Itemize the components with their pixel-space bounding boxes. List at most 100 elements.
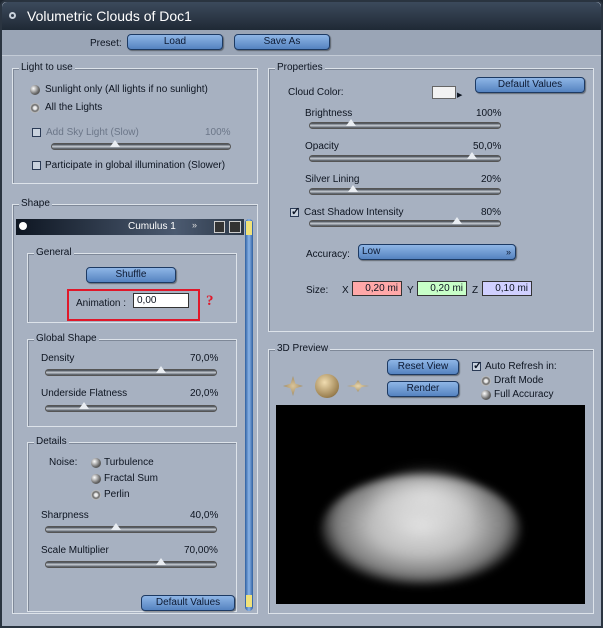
size-label: Size: — [306, 285, 329, 296]
global-illumination-label: Participate in global illumination (Slow… — [45, 160, 226, 171]
size-y-label: Y — [407, 285, 414, 296]
general-group: General Shuffle Animation : 0,00 ? — [27, 247, 237, 323]
shape-preset-name: Cumulus 1 — [128, 221, 176, 232]
chevron-down-icon: » — [505, 247, 511, 257]
shuffle-button[interactable]: Shuffle — [86, 267, 176, 283]
general-legend: General — [34, 247, 74, 258]
cast-shadow-label: Cast Shadow Intensity — [304, 207, 404, 218]
cast-shadow-value: 80% — [481, 207, 502, 218]
volumetric-clouds-dialog: Volumetric Clouds of Doc1 Preset: Load S… — [0, 0, 603, 628]
scale-multiplier-label: Scale Multiplier — [41, 545, 109, 556]
preview-legend: 3D Preview — [275, 343, 331, 354]
shape-default-values-button[interactable]: Default Values — [141, 595, 235, 611]
save-as-button[interactable]: Save As — [234, 34, 330, 50]
preset-bar: Preset: Load Save As — [2, 30, 601, 56]
animation-input[interactable]: 0,00 — [133, 293, 189, 308]
cloud-color-swatch[interactable] — [432, 86, 456, 99]
global-illumination-checkbox[interactable] — [32, 161, 41, 170]
size-z-input[interactable]: 0,10 mi — [482, 281, 532, 296]
zoom-icon[interactable] — [347, 380, 369, 392]
color-picker-arrow-icon[interactable]: ▶ — [457, 91, 462, 99]
shape-scrollbar[interactable] — [245, 219, 253, 611]
sky-light-checkbox[interactable] — [32, 128, 41, 137]
sharpness-slider[interactable] — [45, 523, 217, 533]
density-label: Density — [41, 353, 75, 364]
cast-shadow-checkbox[interactable] — [290, 205, 300, 218]
silver-lining-label: Silver Lining — [305, 174, 360, 185]
details-group: Details Noise: Turbulence Fractal Sum Pe… — [27, 436, 237, 612]
auto-refresh-checkbox[interactable] — [472, 359, 482, 372]
silver-lining-slider[interactable] — [309, 185, 501, 195]
accuracy-value: Low — [362, 246, 381, 257]
sky-light-slider[interactable] — [51, 140, 231, 150]
size-z-label: Z — [472, 285, 479, 296]
save-preset-icon[interactable] — [214, 221, 225, 233]
silver-lining-value: 20% — [481, 174, 502, 185]
load-button[interactable]: Load — [127, 34, 223, 50]
accuracy-select[interactable]: Low » — [358, 244, 516, 260]
light-to-use-group: Light to use Sunlight only (All lights i… — [12, 62, 258, 184]
help-icon[interactable]: ? — [206, 293, 214, 310]
all-lights-radio[interactable] — [30, 103, 40, 113]
brightness-value: 100% — [476, 108, 502, 119]
opacity-label: Opacity — [305, 141, 339, 152]
brightness-label: Brightness — [305, 108, 353, 119]
chevron-down-icon[interactable]: » — [192, 220, 197, 230]
light-legend: Light to use — [19, 62, 75, 73]
properties-group: Properties Cloud Color: ▶ Default Values… — [268, 62, 594, 332]
cloud-color-label: Cloud Color: — [288, 87, 344, 98]
cast-shadow-slider[interactable] — [309, 217, 501, 227]
shape-group: Shape Cumulus 1 » General Shuffle Animat… — [12, 198, 258, 614]
noise-label: Noise: — [49, 457, 78, 468]
sky-light-value: 100% — [205, 127, 231, 138]
window-title: Volumetric Clouds of Doc1 — [27, 8, 192, 24]
noise-fractal-sum-radio[interactable] — [91, 474, 101, 484]
full-accuracy-radio[interactable] — [481, 390, 491, 400]
scale-multiplier-slider[interactable] — [45, 558, 217, 568]
preview-canvas[interactable] — [276, 405, 585, 604]
noise-perlin-radio[interactable] — [91, 490, 101, 500]
accuracy-label: Accuracy: — [306, 249, 350, 260]
noise-perlin-label: Perlin — [104, 489, 130, 500]
preview-group: 3D Preview Reset View Render Auto Refres… — [268, 343, 594, 614]
cloud-render-highlight — [366, 465, 486, 535]
opacity-slider[interactable] — [309, 152, 501, 162]
pan-icon[interactable] — [283, 376, 303, 396]
rotate-icon[interactable] — [315, 374, 339, 398]
shape-legend: Shape — [19, 198, 52, 209]
underside-flatness-slider[interactable] — [45, 402, 217, 412]
size-x-input[interactable]: 0,20 mi — [352, 281, 402, 296]
noise-turbulence-label: Turbulence — [104, 457, 154, 468]
size-y-input[interactable]: 0,20 mi — [417, 281, 467, 296]
title-bar[interactable]: Volumetric Clouds of Doc1 — [2, 2, 601, 30]
draft-mode-label: Draft Mode — [494, 375, 544, 386]
auto-refresh-label: Auto Refresh in: — [485, 361, 557, 372]
render-button[interactable]: Render — [387, 381, 459, 397]
window-menu-icon[interactable] — [9, 12, 16, 19]
all-lights-label: All the Lights — [45, 102, 103, 113]
full-accuracy-label: Full Accuracy — [494, 389, 554, 400]
sunlight-only-label: Sunlight only (All lights if no sunlight… — [45, 84, 208, 95]
density-slider[interactable] — [45, 366, 217, 376]
reset-view-button[interactable]: Reset View — [387, 359, 459, 375]
noise-turbulence-radio[interactable] — [91, 458, 101, 468]
noise-fractal-sum-label: Fractal Sum — [104, 473, 158, 484]
properties-default-values-button[interactable]: Default Values — [475, 77, 585, 93]
scrollbar-bottom-handle[interactable] — [246, 595, 252, 607]
density-value: 70,0% — [190, 353, 219, 364]
scrollbar-top-handle[interactable] — [246, 221, 252, 235]
sunlight-only-radio[interactable] — [30, 85, 40, 95]
underside-flatness-label: Underside Flatness — [41, 388, 128, 399]
sharpness-label: Sharpness — [41, 510, 89, 521]
draft-mode-radio[interactable] — [481, 376, 491, 386]
sky-light-label: Add Sky Light (Slow) — [46, 127, 139, 138]
shape-preset-bar[interactable]: Cumulus 1 » — [16, 219, 244, 235]
properties-legend: Properties — [275, 62, 325, 73]
preset-label: Preset: — [90, 38, 122, 49]
underside-flatness-value: 20,0% — [190, 388, 219, 399]
open-preset-icon[interactable] — [229, 221, 241, 233]
details-legend: Details — [34, 436, 69, 447]
opacity-value: 50,0% — [473, 141, 502, 152]
animation-label: Animation : — [76, 298, 127, 309]
brightness-slider[interactable] — [309, 119, 501, 129]
